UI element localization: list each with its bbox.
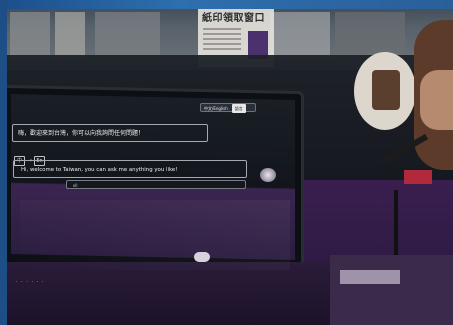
top-color-bar (0, 0, 453, 9)
screen-reflection (20, 200, 290, 270)
kiosk-base (0, 262, 330, 325)
background-shelf (10, 12, 50, 58)
poster-text-lines (203, 25, 241, 53)
voice-input-bar[interactable]: ııll (66, 180, 246, 189)
photo-scene: 紙印領取窗口 · · · · · · 中文/English 語言 嗨，歡迎來到台灣… (0, 0, 453, 325)
person-face (420, 70, 453, 130)
language-tag: 語言 (231, 104, 246, 113)
language-button[interactable]: 中文/English 語言 (200, 103, 256, 113)
background-shelf (270, 12, 330, 58)
background-shelf (55, 12, 85, 58)
welcome-message-en: Hi, welcome to Taiwan, you can ask me an… (13, 160, 247, 178)
translation-direction: 中 → En (14, 150, 47, 166)
kiosk-brand-mark: · · · · · · (16, 279, 45, 285)
poster-title: 紙印領取窗口 (202, 13, 265, 24)
background-shelf (335, 12, 405, 58)
red-device (404, 170, 432, 184)
welcome-message-zh: 嗨，歡迎來到台灣，你可以向我詢問任何問題！ (12, 124, 208, 142)
background-shelf (95, 12, 160, 58)
left-edge-strip (0, 0, 7, 325)
desk-object (340, 270, 400, 284)
logo-figure (372, 70, 400, 110)
language-button-label: 中文/English (204, 106, 228, 111)
desk-surface (330, 255, 453, 325)
microphone-button-icon[interactable] (260, 168, 276, 182)
